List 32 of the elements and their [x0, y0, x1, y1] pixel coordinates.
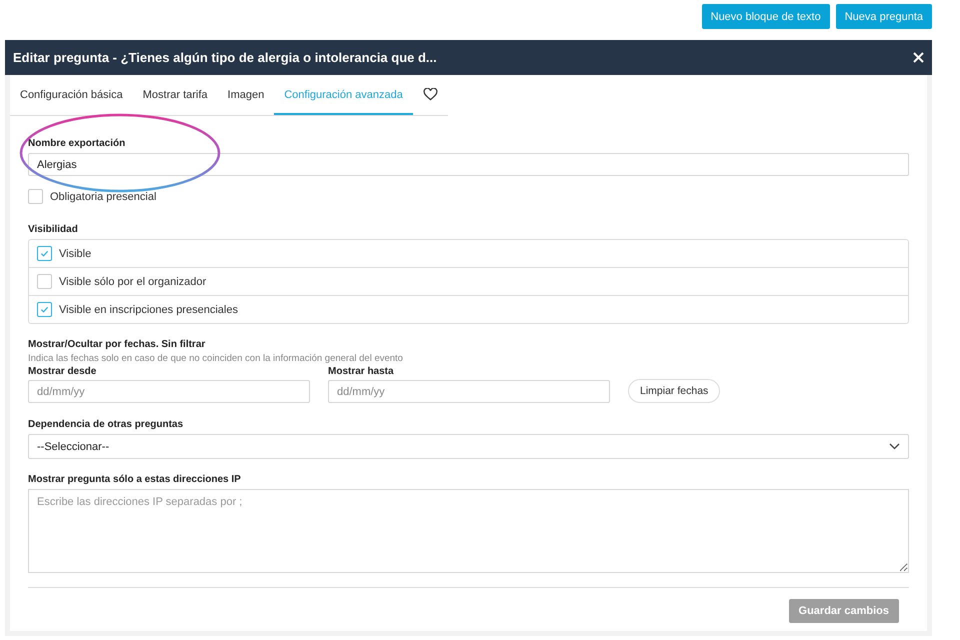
hint-text: Indica las fechas solo en caso de que no coinciden con la información general del evento	[28, 353, 404, 364]
section-label: Visibilidad	[28, 224, 79, 235]
checkbox[interactable]	[28, 189, 43, 204]
checkbox[interactable]	[37, 246, 52, 261]
checkbox[interactable]	[37, 302, 52, 317]
checkbox-label: Visible	[59, 248, 92, 260]
date-field[interactable]: dd/mm/yy	[328, 380, 610, 403]
date-field[interactable]: dd/mm/yy	[28, 380, 310, 403]
checkbox-label: Visible en inscripciones presenciales	[59, 304, 238, 316]
checkmark-icon	[40, 305, 49, 314]
checkmark-icon	[40, 249, 49, 258]
close-icon	[913, 52, 924, 63]
field-label: Mostrar pregunta sólo a estas direcciones IP	[28, 474, 242, 485]
field-label: Dependencia de otras preguntas	[28, 419, 184, 430]
tab[interactable]: Configuración básica	[10, 75, 133, 115]
ip-addresses-field[interactable]: Escribe las direcciones IP separadas por ;	[28, 489, 909, 573]
clear-dates-button[interactable]: Limpiar fechas	[628, 379, 720, 403]
checkbox-label: Visible sólo por el organizador	[59, 276, 206, 288]
checkbox-label: Obligatoria presencial	[50, 190, 156, 202]
close-button[interactable]	[911, 50, 926, 65]
checkbox[interactable]	[37, 274, 52, 289]
section-label: Mostrar/Ocultar por fechas. Sin filtrar	[28, 339, 206, 350]
tab[interactable]: Mostrar tarifa	[132, 75, 218, 115]
dialog-title: Editar pregunta - ¿Tienes algún tipo de alergia o intolerancia que d...	[13, 50, 437, 65]
field-label: Mostrar desde	[28, 366, 98, 377]
heart-icon	[422, 88, 438, 101]
export-name-field[interactable]: Alergias	[28, 153, 909, 176]
chevron-down-icon	[889, 443, 900, 450]
field-label: Nombre exportación	[28, 138, 126, 149]
dependency-dropdown[interactable]: --Seleccionar--	[28, 434, 909, 459]
tab[interactable]: Imagen	[218, 75, 274, 115]
field-label: Mostrar hasta	[328, 366, 395, 377]
